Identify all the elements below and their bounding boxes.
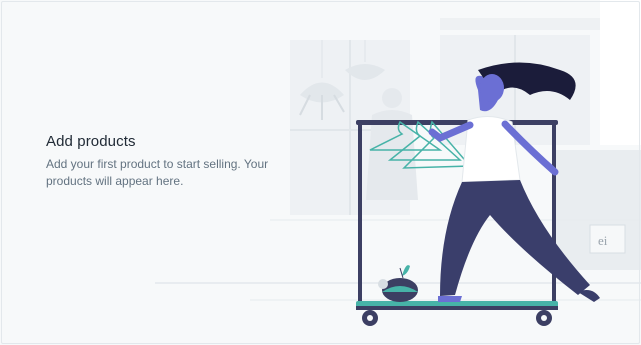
empty-state-card: ei Add products Add your first product t… [0,0,641,345]
empty-state-description: Add your first product to start selling.… [46,157,269,188]
empty-state-title: Add products [46,133,136,150]
svg-text:ei: ei [598,233,608,248]
empty-state-text: Add products Add your first product to s… [46,133,296,190]
